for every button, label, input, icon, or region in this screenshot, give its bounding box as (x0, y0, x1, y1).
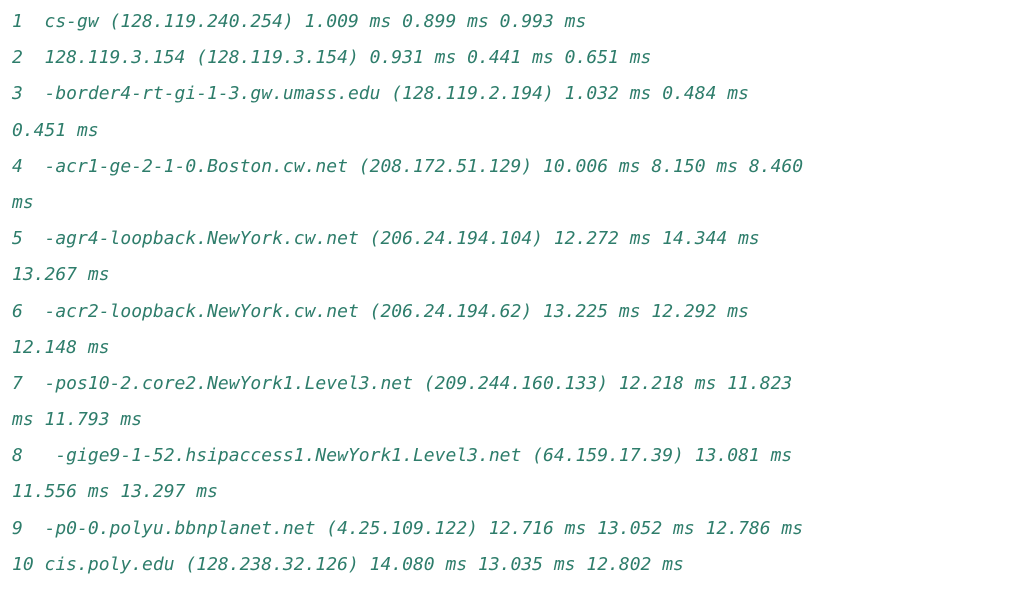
trace-line-7: 7 -pos10-2.core2.NewYork1.Level3.net (20… (12, 372, 793, 394)
trace-line-8-continued: 11.556 ms 13.297 ms (12, 481, 218, 503)
trace-line-3-continued: 0.451 ms (12, 119, 99, 141)
trace-line-3: 3 -border4-rt-gi-1-3.gw.umass.edu (128.1… (12, 83, 749, 105)
traceroute-output: 1 cs-gw (128.119.240.254) 1.009 ms 0.899… (0, 0, 1014, 608)
trace-line-1: 1 cs-gw (128.119.240.254) 1.009 ms 0.899… (12, 11, 587, 32)
trace-line-4-continued: ms (12, 191, 34, 213)
trace-line-4: 4 -acr1-ge-2-1-0.Boston.cw.net (208.172.… (12, 155, 804, 177)
trace-line-5-continued: 13.267 ms (12, 264, 110, 286)
trace-line-6: 6 -acr2-loopback.NewYork.cw.net (206.24.… (12, 300, 749, 322)
trace-line-5: 5 -agr4-loopback.NewYork.cw.net (206.24.… (12, 228, 760, 250)
trace-line-8: 8 -gige9-1-52.hsipaccess1.NewYork1.Level… (12, 445, 793, 467)
trace-line-6-continued: 12.148 ms (12, 336, 110, 358)
trace-line-9: 9 -p0-0.polyu.bbnplanet.net (4.25.109.12… (12, 517, 804, 539)
trace-line-7-continued: ms 11.793 ms (12, 409, 143, 431)
trace-line-2: 2 128.119.3.154 (128.119.3.154) 0.931 ms… (12, 47, 652, 69)
trace-line-10: 10 cis.poly.edu (128.238.32.126) 14.080 … (12, 553, 684, 575)
